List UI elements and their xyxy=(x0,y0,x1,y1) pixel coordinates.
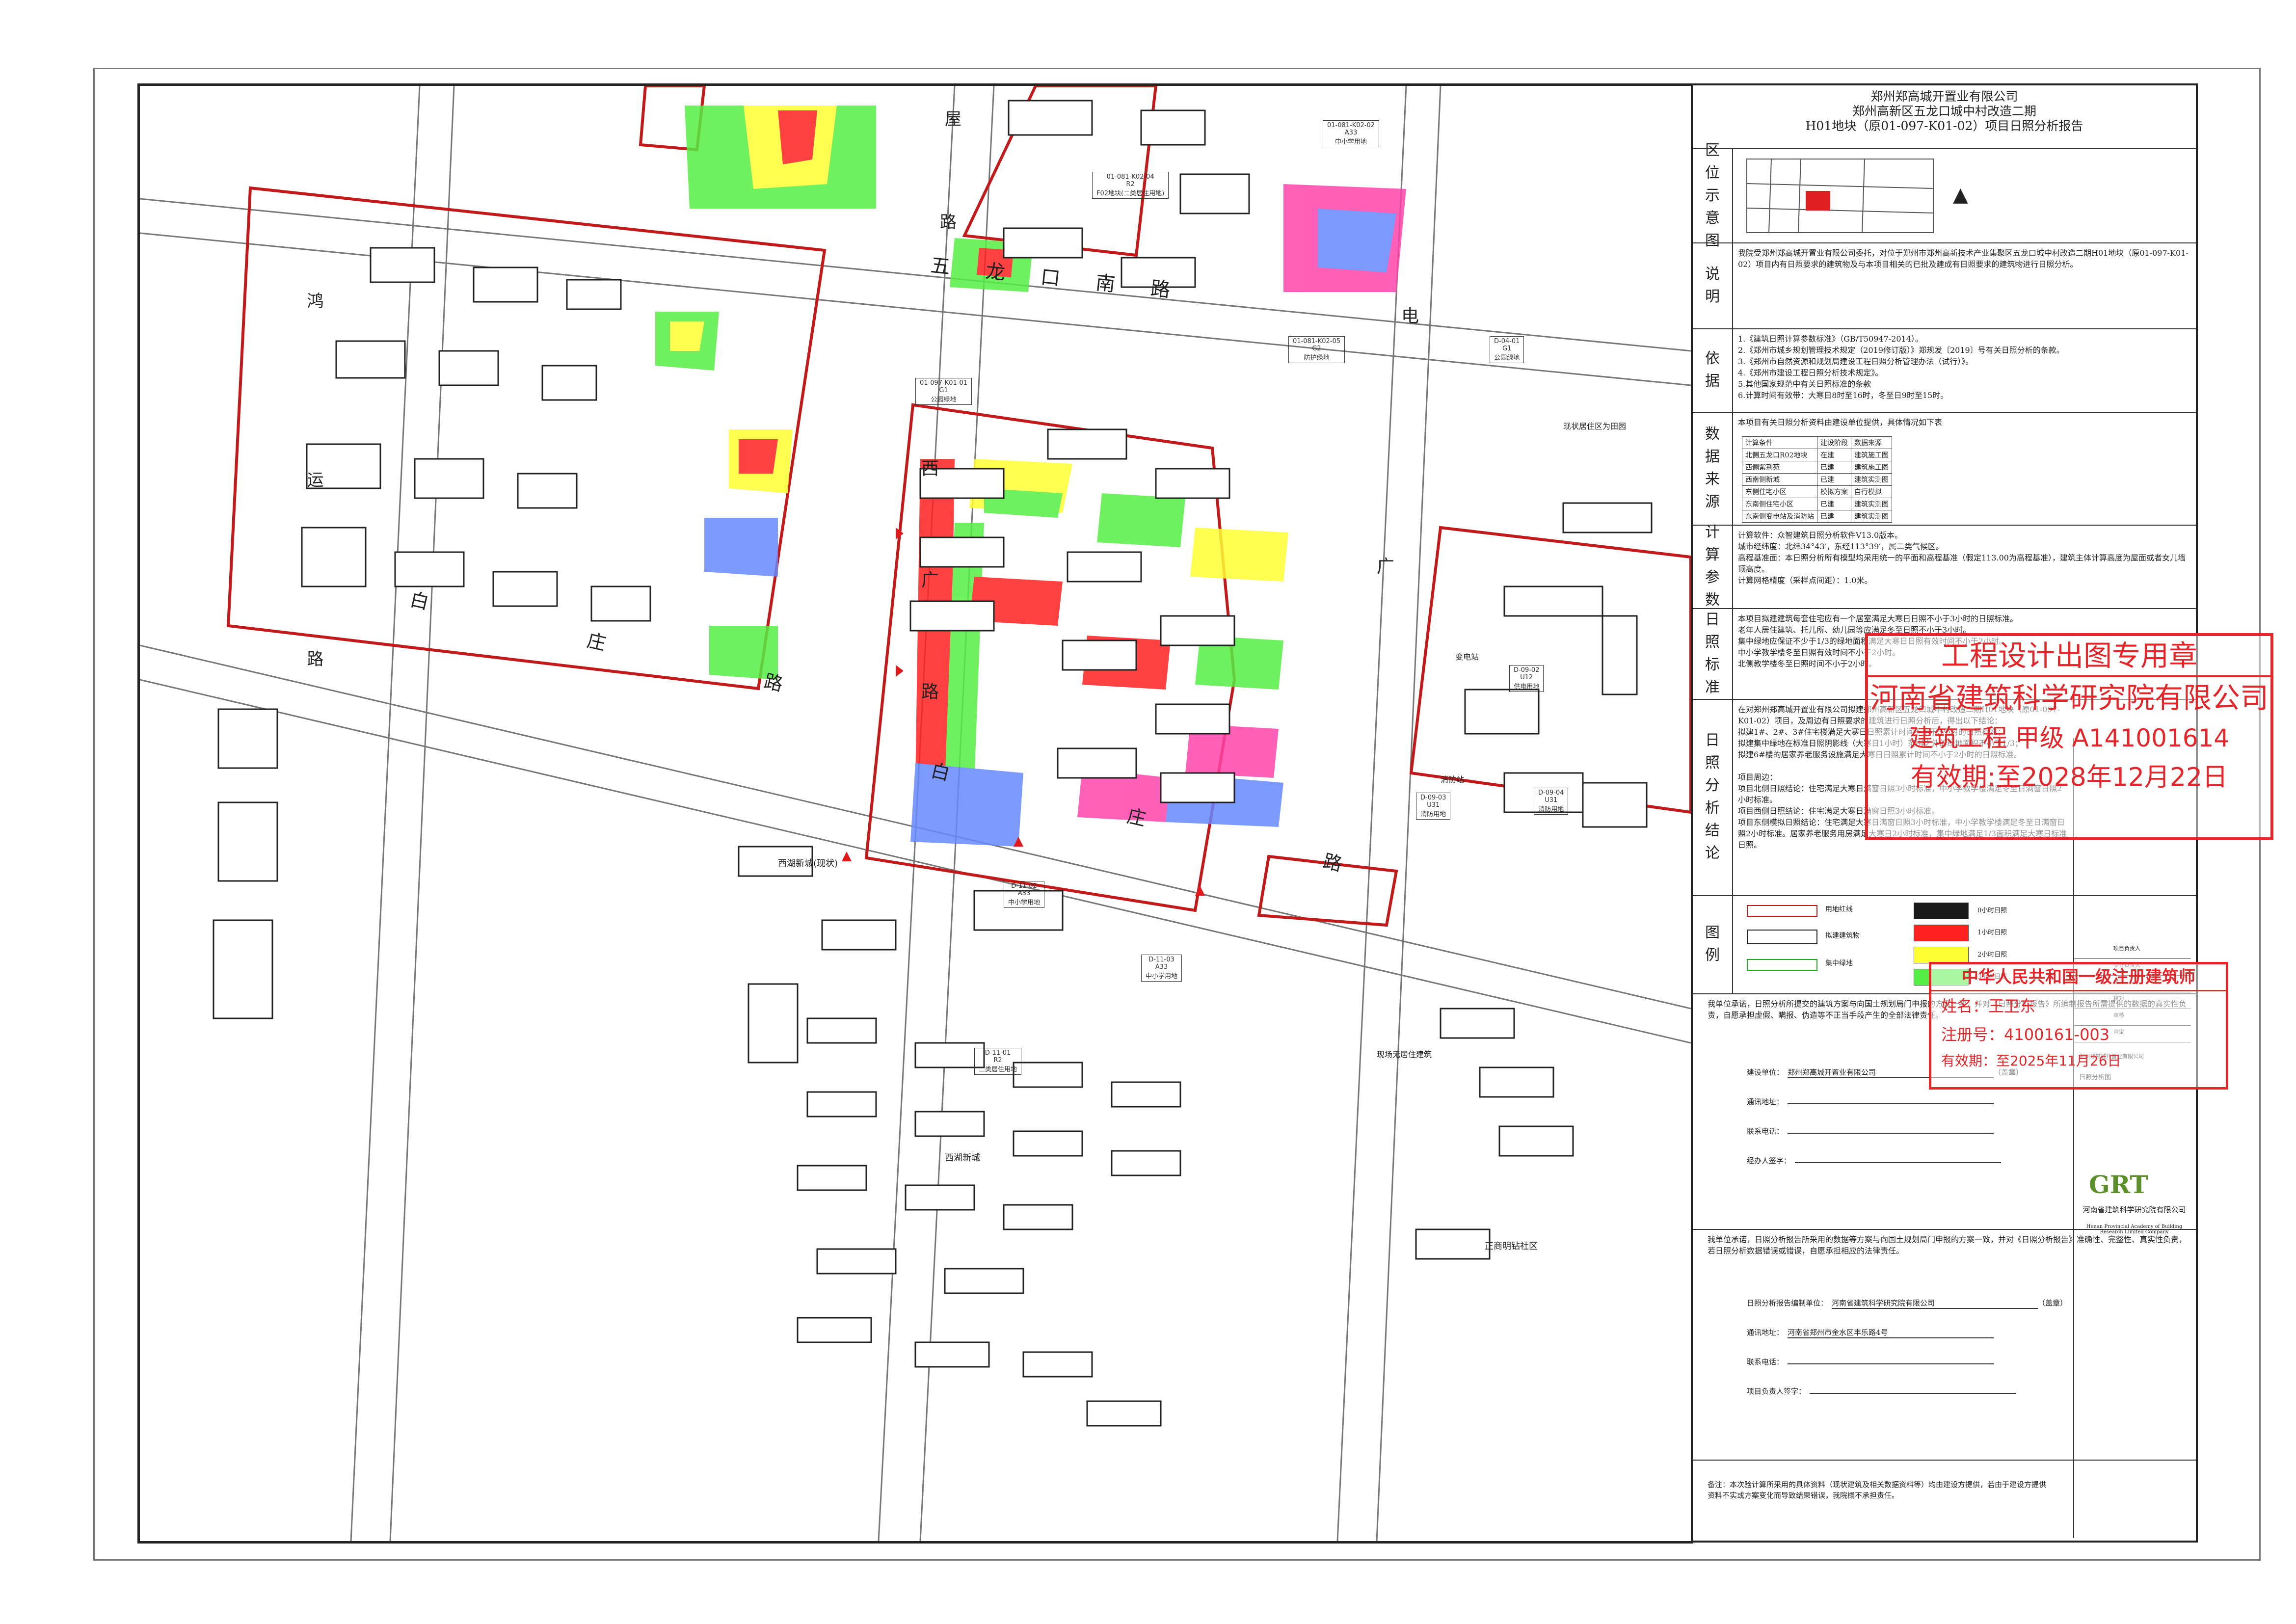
legend-color-swatch xyxy=(1914,903,1969,919)
institute-logo: GRT xyxy=(2089,1170,2148,1199)
legend-color-label: 0小时日照 xyxy=(1977,907,2007,914)
parcel-label: D-11-01 R2 二类居住用地 xyxy=(974,1048,1022,1075)
parcel-label: 01-081-K02-04 R2 F02地块(二类居住用地) xyxy=(1092,172,1169,199)
title-block: GRT 河南省建筑科学研究院有限公司 Henan Provincial Acad… xyxy=(2073,738,2194,1538)
legend-greenspace-symbol xyxy=(1747,959,1817,971)
section-params: 计算参数 计算软件：众智建筑日照分析软件V13.0版本。 城市经纬度：北纬34°… xyxy=(1693,524,2196,609)
design-seal-stamp: 工程设计出图专用章 河南省建筑科学研究院有限公司 建筑工程 甲级 A141001… xyxy=(1865,633,2273,840)
map-label-fire-station: 消防站 xyxy=(1441,775,1465,784)
map-label-zhengshang: 正商明钻社区 xyxy=(1485,1241,1538,1251)
road-label-hongyun: 鸿 运 路 xyxy=(304,292,323,745)
table-row: 东南侧住宅小区 已建 建筑实测图 xyxy=(1742,498,1892,510)
location-map xyxy=(1746,159,1934,233)
table-row: 北侧五龙口R02地块 在建 建筑施工图 xyxy=(1742,449,1892,461)
table-row: 西南侧新城 已建 建筑实测图 xyxy=(1742,473,1892,486)
consultant-unit-row: 日照分析报告编制单位： 河南省建筑科学研究院有限公司 （盖章） xyxy=(1747,1298,2067,1309)
legend-color-label: 1小时日照 xyxy=(1977,929,2007,936)
road-label-guang: 广 xyxy=(1377,557,1395,577)
legend-label: 拟建建筑物 xyxy=(1825,932,1860,940)
table-row: 东侧住宅小区 模拟方案 自行模拟 xyxy=(1742,485,1892,498)
road-label-wu: 屋 xyxy=(945,109,961,129)
report-header: 郑州郑高城开置业有限公司 郑州高新区五龙口城中村改造二期 H01地块（原01-0… xyxy=(1693,85,2196,149)
header-company: 郑州郑高城开置业有限公司 xyxy=(1870,89,2018,104)
parcel-label: 01-081-K02-05 G2 防护绿地 xyxy=(1288,336,1345,363)
parcel-label: D-09-03 U31 消防用地 xyxy=(1416,793,1451,820)
builder-proxy-row: 经办人签字： xyxy=(1747,1155,2002,1166)
legend-color-swatch xyxy=(1914,925,1969,941)
architect-seal-stamp: 中华人民共和国一级注册建筑师 姓名：王卫东 注册号：4100161-003 有效… xyxy=(1929,962,2228,1090)
institute-name: 河南省建筑科学研究院有限公司 xyxy=(2082,1205,2186,1214)
builder-addr-row: 通讯地址： xyxy=(1747,1096,1994,1107)
legend-color-swatch xyxy=(1914,947,1969,963)
title-block-row: 项目负责人 xyxy=(2074,944,2191,959)
table-row: 东南侧变电站及消防站 已建 建筑实测图 xyxy=(1742,510,1892,523)
road-label-lu: 路 xyxy=(940,213,957,232)
section-basis: 依据 1.《建筑日照计算参数标准》（GB/T50947-2014）。 2.《郑州… xyxy=(1693,328,2196,413)
road-label-xiguang: 西 广 路 xyxy=(918,459,938,744)
disclaimer-note: 备注：本次验计算所采用的具体资料（现状建筑及相关数据资料等）均由建设方提供，若由… xyxy=(1708,1480,2047,1500)
section-data-source: 数据来源 本项目有关日照分析资料由建设单位提供，具体情况如下表 计算条件 建设阶… xyxy=(1693,412,2196,526)
parcel-label: 01-081-K02-02 A33 中小学用地 xyxy=(1323,120,1380,147)
map-label-existing: 现场无居住建筑 xyxy=(1377,1050,1432,1059)
section-location: 区位示意图 ▲ xyxy=(1693,142,2196,249)
site-plan-map: 五 龙 口 南 路 白 庄 路 白 庄 路 西 广 路 鸿 运 路 电 广 屋 … xyxy=(137,83,1693,1544)
header-report: H01地块（原01-097-K01-02）项目日照分析报告 xyxy=(1805,119,2083,133)
consultant-leader-row: 项目负责人签字： xyxy=(1747,1386,2016,1396)
north-arrow-icon: ▲ xyxy=(1953,184,1968,206)
basis-text: 1.《建筑日照计算参数标准》（GB/T50947-2014）。 2.《郑州市城乡… xyxy=(1738,334,2064,400)
map-label-xihu: 西湖新城(现状) xyxy=(778,858,838,869)
road-network xyxy=(140,86,1691,1541)
map-label-existing-note: 现状居住区为田园 xyxy=(1563,422,1627,431)
legend-label: 集中绿地 xyxy=(1825,959,1853,967)
data-source-intro: 本项目有关日照分析资料由建设单位提供，具体情况如下表 xyxy=(1738,418,1943,427)
legend-building-symbol xyxy=(1747,930,1817,944)
institute-name-en: Henan Provincial Academy of Building Res… xyxy=(2086,1224,2183,1235)
parcel-label: 01-097-K01-01 G1 公园绿地 xyxy=(915,378,972,405)
legend-label: 用地红线 xyxy=(1825,905,1853,913)
params-text: 计算软件：众智建筑日照分析软件V13.0版本。 城市经纬度：北纬34°43′，东… xyxy=(1738,531,2186,585)
map-label-substation: 变电站 xyxy=(1455,652,1479,662)
east-parcel-redline xyxy=(1409,526,1691,814)
legend-redline-symbol xyxy=(1747,905,1817,917)
builder-phone-row: 联系电话： xyxy=(1747,1126,1994,1136)
map-label-xihu2: 西湖新城 xyxy=(945,1153,980,1163)
parcel-label: D-09-02 U12 供电用地 xyxy=(1509,665,1544,692)
parcel-label: D-09-04 U31 消防用地 xyxy=(1534,788,1569,815)
description-text: 我院受郑州郑高城开置业有限公司委托，对位于郑州市郑州高新技术产业集聚区五龙口城中… xyxy=(1738,248,2189,269)
legend-color-label: 2小时日照 xyxy=(1977,951,2007,958)
parcel-label: D-11-03 A33 中小学用地 xyxy=(1141,955,1182,982)
section-description: 说明 我院受郑州郑高城开置业有限公司委托，对位于郑州市郑州高新技术产业集聚区五龙… xyxy=(1693,242,2196,329)
data-source-table: 计算条件 建设阶段 数据来源 北侧五龙口R02地块 在建 建筑施工图 西侧紫荆苑 已建… xyxy=(1742,436,1892,523)
consultant-addr-row: 通讯地址： 河南省郑州市金水区丰乐路4号 xyxy=(1747,1327,1994,1338)
parcel-label: D-04-01 G1 公园绿地 xyxy=(1490,336,1524,363)
table-row: 西侧紫荆苑 已建 建筑施工图 xyxy=(1742,461,1892,474)
consultant-phone-row: 联系电话： xyxy=(1747,1357,1994,1367)
road-label-dian: 电 xyxy=(1401,306,1419,326)
parcel-label: D-11-02 A33 中小学用地 xyxy=(1004,881,1045,908)
header-project: 郑州高新区五龙口城中村改造二期 xyxy=(1852,104,2036,118)
